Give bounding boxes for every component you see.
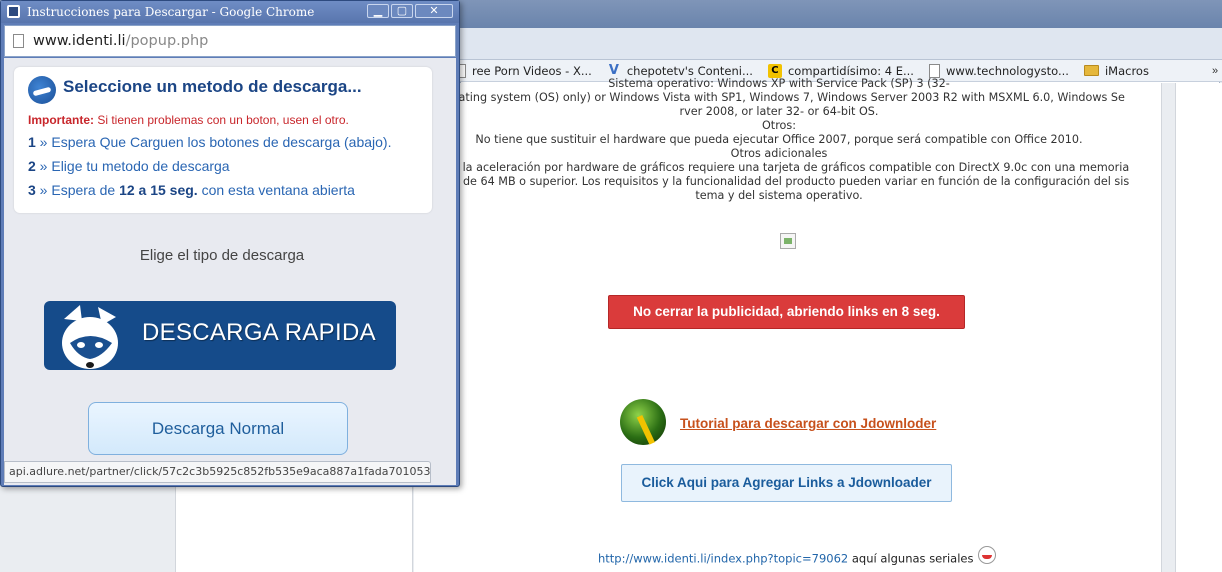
sysreq-line: rver 2008, or later 32- or 64-bit OS. (679, 105, 879, 118)
step-text: » Elige tu metodo de descarga (35, 158, 230, 174)
instructions-title: Seleccione un metodo de descarga... (63, 77, 362, 96)
popup-title: Instrucciones para Descargar - Google Ch… (27, 5, 315, 19)
address-url[interactable]: www.identi.li/popup.php (33, 33, 208, 49)
broken-image-icon (780, 233, 796, 249)
sysreq-line: Otros adicionales (730, 147, 828, 160)
close-button[interactable]: ✕ (415, 4, 453, 18)
choose-download-type-label: Elige el tipo de descarga (139, 247, 305, 264)
address-bar[interactable]: www.identi.li/popup.php (4, 25, 456, 57)
step-text: » Espera de (35, 182, 120, 198)
step-2: 2 » Elige tu metodo de descarga (28, 158, 230, 174)
vimeo-icon: V (608, 62, 619, 78)
bookmark-label: chepotetv's Conteni... (626, 63, 753, 78)
bookmark-label: www.technologysto... (945, 63, 1069, 78)
popup-titlebar[interactable]: Instrucciones para Descargar - Google Ch… (1, 1, 459, 23)
system-requirements-text: Sistema operativo: Windows XP with Servi… (414, 77, 1162, 203)
c-favicon-icon: C (767, 63, 782, 78)
sysreq-line: Sistema operativo: Windows XP with Servi… (608, 77, 950, 90)
sysreq-line: so de la aceleración por hardware de grá… (428, 161, 1130, 174)
sysreq-line: vídeo de 64 MB o superior. Los requisito… (428, 175, 1130, 188)
fox-mascot-icon (62, 305, 118, 369)
maximize-button[interactable]: ▢ (391, 4, 413, 18)
sysreq-line: operating system (OS) only) or Windows V… (433, 91, 1125, 104)
step-text: » Espera Que Carguen los botones de desc… (35, 134, 392, 150)
step-text: con esta ventana abierta (197, 182, 355, 198)
bookmark-item[interactable]: V chepotetv's Conteni... (607, 62, 753, 78)
popup-content: Seleccione un metodo de descarga... Impo… (4, 58, 456, 485)
important-label: Importante: (28, 113, 94, 127)
main-content: Sistema operativo: Windows XP with Servi… (414, 77, 1162, 572)
step-number: 1 (28, 134, 36, 150)
sysreq-line: Otros: (762, 119, 796, 132)
step-1: 1 » Espera Que Carguen los botones de de… (28, 134, 391, 150)
bookmark-label: compartidísimo: 4 E... (787, 63, 914, 78)
instructions-card: Seleccione un metodo de descarga... Impo… (14, 67, 432, 213)
step-3: 3 » Espera de 12 a 15 seg. con esta vent… (28, 182, 355, 198)
important-text: Si tienen problemas con un boton, usen e… (94, 113, 349, 127)
bookmarks-overflow-button[interactable]: » (1212, 60, 1222, 82)
step-number: 2 (28, 158, 36, 174)
step-number: 3 (28, 182, 36, 198)
bookmark-item[interactable]: C compartidísimo: 4 E... (767, 63, 914, 78)
topic-link[interactable]: http://www.identi.li/index.php?topic=790… (598, 552, 848, 566)
popup-window: Instrucciones para Descargar - Google Ch… (0, 0, 460, 487)
fast-download-label: DESCARGA RAPIDA (142, 319, 376, 346)
minimize-button[interactable]: ▁ (367, 4, 389, 18)
step-bold-text: 12 a 15 seg. (119, 182, 198, 198)
important-note: Importante: Si tienen problemas con un b… (28, 113, 349, 127)
page-icon (928, 63, 940, 78)
chrome-app-icon (7, 5, 20, 18)
fast-download-button[interactable]: DESCARGA RAPIDA (44, 301, 396, 370)
bookmark-item[interactable]: www.technologysto... (928, 63, 1069, 78)
bookmark-folder[interactable]: iMacros (1083, 63, 1149, 78)
footer-text: aquí algunas seriales (848, 551, 974, 566)
status-bubble-url: api.adlure.net/partner/click/57c2c3b5925… (4, 461, 431, 483)
right-column (1175, 83, 1222, 572)
tutorial-link[interactable]: Tutorial para descargar con Jdownloder (680, 416, 936, 431)
ad-countdown-button[interactable]: No cerrar la publicidad, abriendo links … (608, 295, 965, 329)
identi-logo-icon (28, 76, 56, 104)
address-host: www.identi.li (33, 33, 126, 49)
bookmark-label: ree Porn Videos - X... (472, 63, 592, 78)
folder-icon (1083, 65, 1099, 76)
page-icon (13, 34, 24, 48)
add-links-jdownloader-button[interactable]: Click Aqui para Agregar Links a Jdownloa… (621, 464, 952, 502)
jdownloader-globe-icon (620, 399, 666, 445)
normal-download-button[interactable]: Descarga Normal (88, 402, 348, 455)
sysreq-line: No tiene que sustituir el hardware que p… (475, 133, 1083, 146)
address-path: /popup.php (125, 33, 209, 49)
sysreq-line: tema y del sistema operativo. (695, 189, 863, 202)
footer-line: http://www.identi.li/index.php?topic=790… (598, 546, 996, 568)
bookmark-label: iMacros (1104, 63, 1149, 78)
smiley-icon (977, 546, 996, 564)
bookmark-item[interactable]: ree Porn Videos - X... (455, 63, 592, 78)
